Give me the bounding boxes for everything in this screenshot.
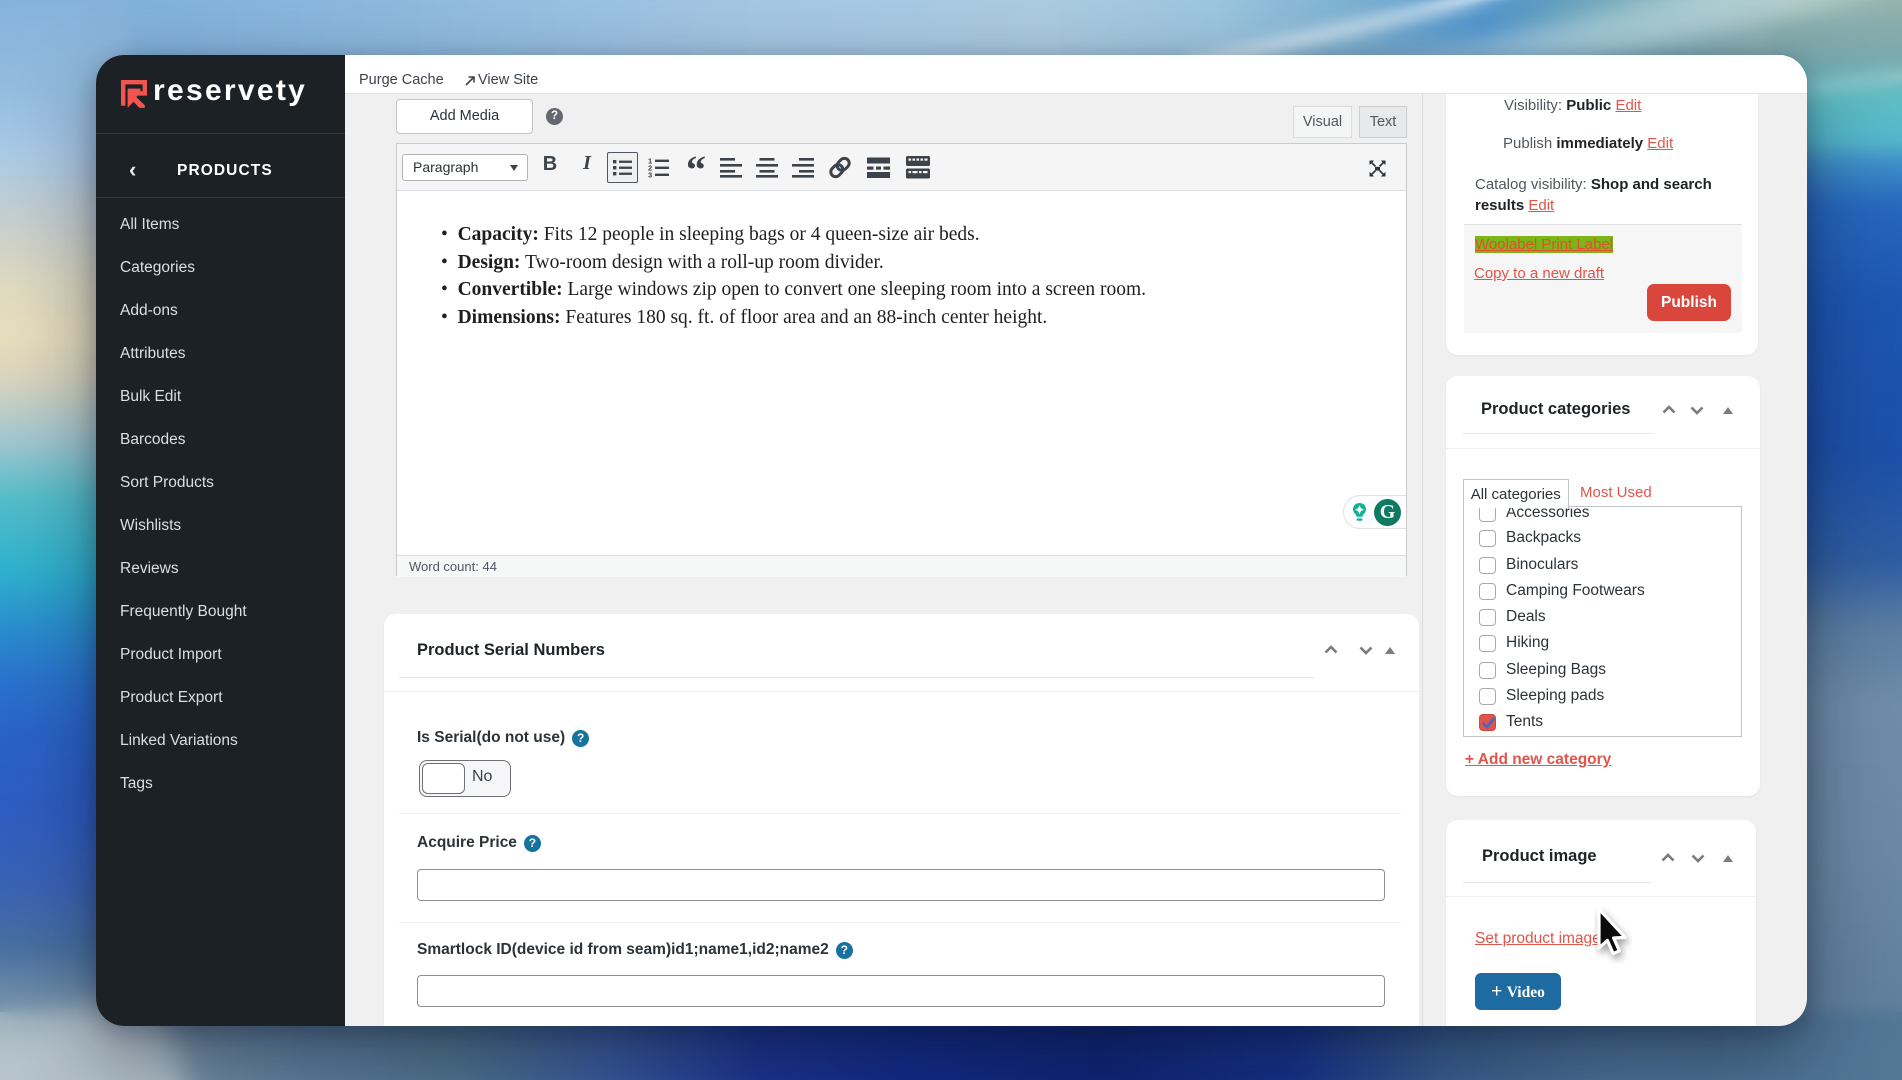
svg-text:3: 3 (648, 171, 652, 180)
